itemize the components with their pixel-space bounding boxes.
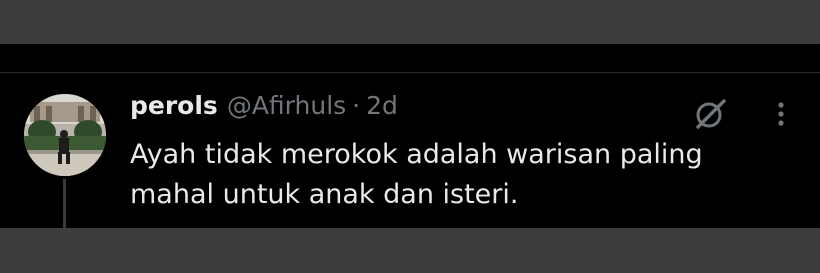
screenshot-frame: perols @Afirhuls · 2d Ayah tidak merokok… [0,0,820,273]
grok-icon[interactable] [692,96,728,132]
display-name[interactable]: perols [130,91,218,120]
user-handle[interactable]: @Afirhuls [227,91,346,120]
avatar-image [24,94,106,176]
tweet-text: Ayah tidak merokok adalah warisan paling… [130,139,703,210]
thread-line [63,179,66,228]
separator-dot: · [352,91,361,120]
tweet-header: perols @Afirhuls · 2d [130,91,398,125]
tweet-card[interactable]: perols @Afirhuls · 2d Ayah tidak merokok… [0,44,820,228]
timestamp[interactable]: 2d [366,91,398,120]
more-options-icon[interactable] [766,96,796,132]
divider [0,72,820,73]
avatar[interactable] [24,94,106,176]
